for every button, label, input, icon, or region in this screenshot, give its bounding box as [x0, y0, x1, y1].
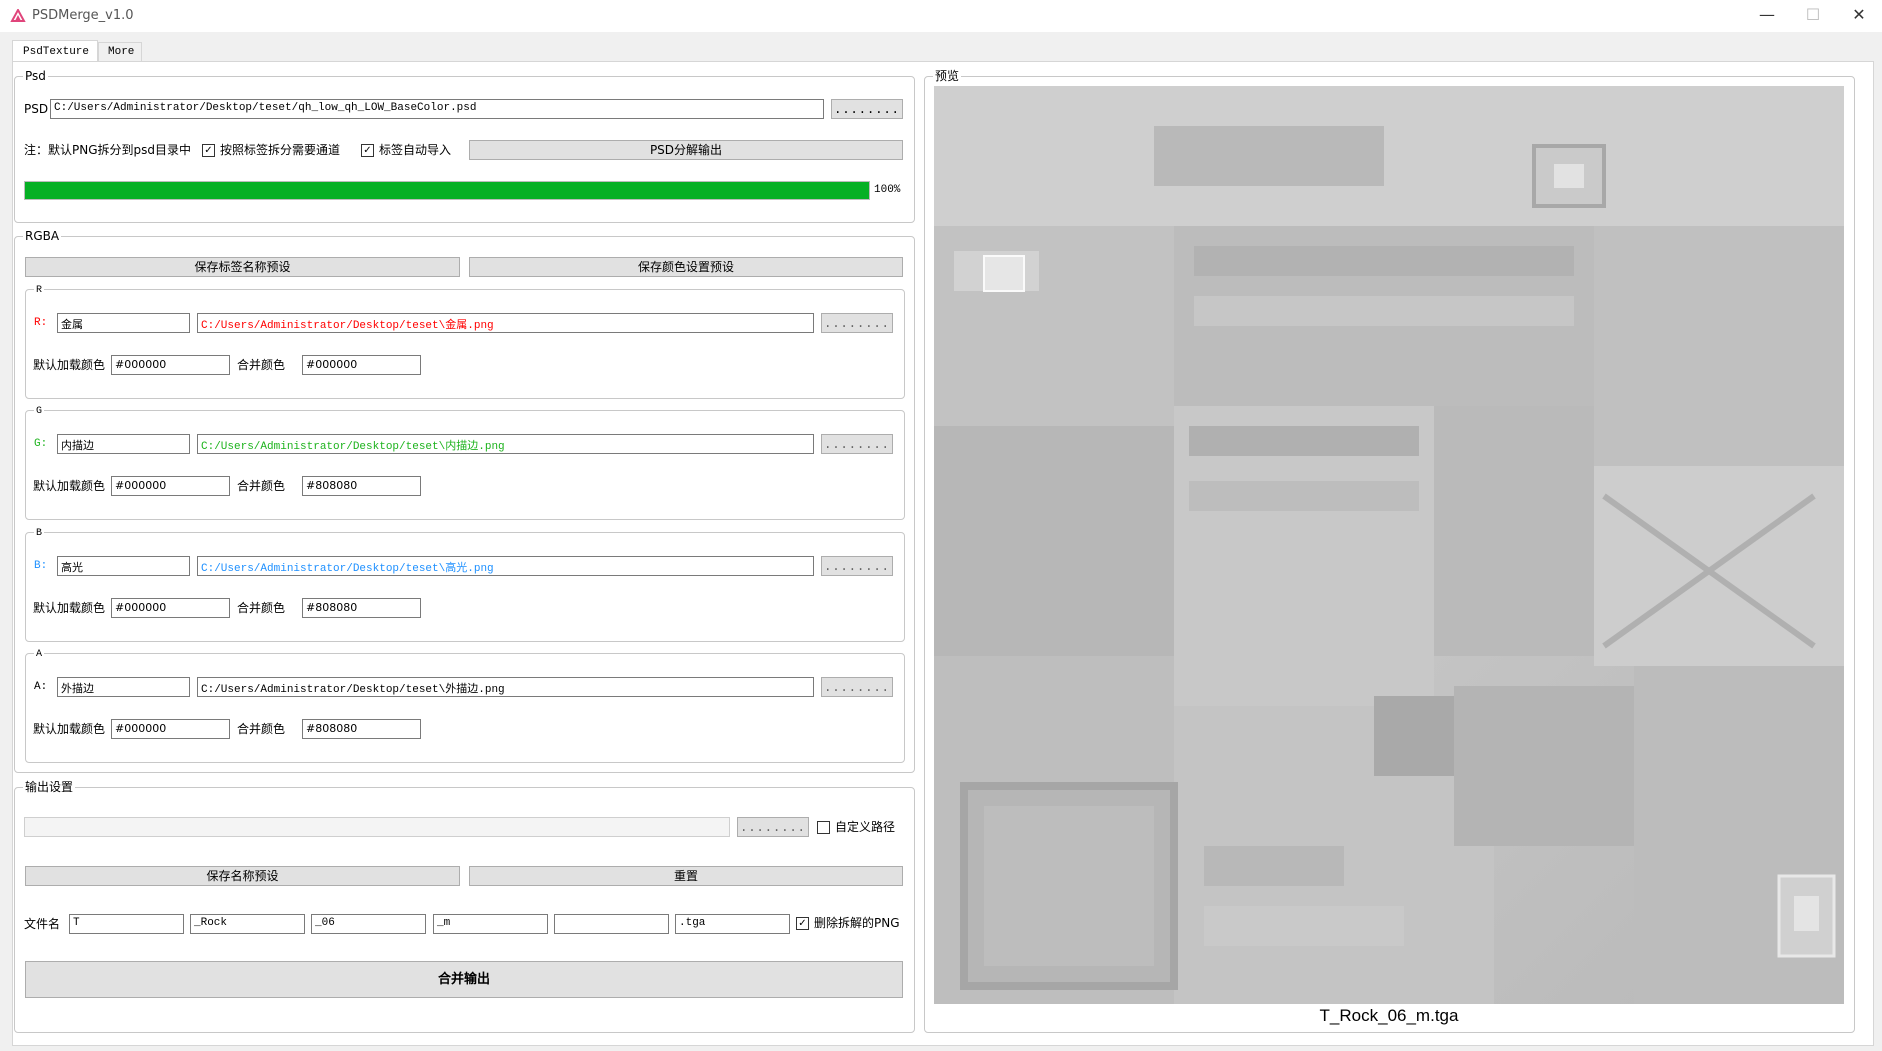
auto-import-label: 标签自动导入 [379, 143, 452, 157]
split-by-tag-label: 按照标签拆分需要通道 [220, 143, 341, 157]
split-by-tag-checkbox[interactable]: ✓ [202, 144, 215, 157]
window-title: PSDMerge_v1.0 [32, 8, 134, 23]
maximize-button[interactable]: ☐ [1790, 0, 1836, 32]
app-logo-icon [10, 9, 26, 22]
channel-b-browse-button[interactable]: ........ [821, 556, 893, 576]
channel-g-group: G [25, 406, 905, 520]
channel-a-default-color-label: 默认加载颜色 [33, 722, 106, 736]
save-name-preset-button[interactable]: 保存名称预设 [25, 866, 460, 886]
channel-r-path-input[interactable]: C:/Users/Administrator/Desktop/teset\金属.… [197, 313, 814, 333]
delete-png-label: 删除拆解的PNG [814, 916, 900, 930]
filename-label: 文件名 [24, 917, 61, 931]
channel-a-name-input[interactable]: 外描边 [57, 677, 190, 697]
filename-part-2[interactable]: _Rock [190, 914, 305, 934]
channel-g-name-input[interactable]: 内描边 [57, 434, 190, 454]
preview-title: 预览 [933, 69, 962, 83]
minimize-button[interactable]: — [1744, 0, 1790, 32]
output-settings-title: 输出设置 [23, 780, 76, 794]
psd-split-button[interactable]: PSD分解输出 [469, 140, 903, 160]
channel-a-prefix: A: [34, 681, 48, 693]
filename-part-1[interactable]: T [69, 914, 184, 934]
tab-more[interactable]: More [98, 42, 142, 62]
save-tag-preset-button[interactable]: 保存标签名称预设 [25, 257, 460, 277]
channel-a-path-input[interactable]: C:/Users/Administrator/Desktop/teset\外描边… [197, 677, 814, 697]
delete-png-checkbox[interactable]: ✓ [796, 917, 809, 930]
rock-texture-image [934, 86, 1844, 1004]
channel-a-merge-color-input[interactable]: #808080 [302, 719, 421, 739]
channel-a-default-color-input[interactable]: #000000 [111, 719, 230, 739]
channel-b-default-color-input[interactable]: #000000 [111, 598, 230, 618]
tab-psdtexture[interactable]: PsdTexture [12, 40, 98, 62]
save-color-preset-button[interactable]: 保存颜色设置预设 [469, 257, 903, 277]
progress-fill [25, 182, 869, 199]
channel-r-browse-button[interactable]: ........ [821, 313, 893, 333]
psd-group-title: Psd [23, 69, 48, 83]
channel-r-merge-color-input[interactable]: #000000 [302, 355, 421, 375]
auto-import-checkbox[interactable]: ✓ [361, 144, 374, 157]
channel-b-title: B [34, 528, 45, 540]
channel-a-merge-color-label: 合并颜色 [237, 722, 286, 736]
split-progress-bar [24, 181, 870, 200]
channel-g-default-color-label: 默认加载颜色 [33, 479, 106, 493]
filename-part-5[interactable] [554, 914, 669, 934]
channel-r-title: R [34, 285, 45, 297]
rgba-group-title: RGBA [23, 229, 62, 243]
channel-b-merge-color-label: 合并颜色 [237, 601, 286, 615]
channel-g-title: G [34, 406, 45, 418]
channel-g-merge-color-input[interactable]: #808080 [302, 476, 421, 496]
channel-b-path-input[interactable]: C:/Users/Administrator/Desktop/teset\高光.… [197, 556, 814, 576]
channel-b-merge-color-input[interactable]: #808080 [302, 598, 421, 618]
channel-g-prefix: G: [34, 438, 48, 450]
channel-g-path-input[interactable]: C:/Users/Administrator/Desktop/teset\内描边… [197, 434, 814, 454]
psd-label: PSD [24, 102, 49, 116]
channel-g-merge-color-label: 合并颜色 [237, 479, 286, 493]
channel-r-merge-color-label: 合并颜色 [237, 358, 286, 372]
psd-path-input[interactable]: C:/Users/Administrator/Desktop/teset/qh_… [50, 99, 824, 119]
channel-r-name-input[interactable]: 金属 [57, 313, 190, 333]
channel-r-default-color-label: 默认加载颜色 [33, 358, 106, 372]
filename-part-3[interactable]: _06 [311, 914, 426, 934]
title-bar: PSDMerge_v1.0 — ☐ ✕ [0, 0, 1882, 32]
filename-part-4[interactable]: _m [433, 914, 548, 934]
channel-a-group: A [25, 649, 905, 763]
custom-path-checkbox[interactable] [817, 821, 830, 834]
channel-b-name-input[interactable]: 高光 [57, 556, 190, 576]
channel-b-prefix: B: [34, 560, 48, 572]
channel-r-prefix: R: [34, 317, 48, 329]
channel-g-browse-button[interactable]: ........ [821, 434, 893, 454]
merge-output-button[interactable]: 合并输出 [25, 961, 903, 998]
custom-path-label: 自定义路径 [835, 820, 896, 834]
psd-note: 注：默认PNG拆分到psd目录中 [24, 143, 191, 157]
reset-button[interactable]: 重置 [469, 866, 903, 886]
output-path-input[interactable] [24, 817, 730, 837]
channel-g-default-color-input[interactable]: #000000 [111, 476, 230, 496]
channel-r-group: R [25, 285, 905, 399]
progress-text: 100% [874, 184, 901, 196]
channel-a-browse-button[interactable]: ........ [821, 677, 893, 697]
channel-a-title: A [34, 649, 45, 661]
psd-browse-button[interactable]: ........ [831, 99, 903, 119]
channel-b-default-color-label: 默认加载颜色 [33, 601, 106, 615]
preview-image [934, 86, 1844, 1004]
filename-part-6[interactable]: .tga [675, 914, 790, 934]
close-button[interactable]: ✕ [1836, 0, 1882, 32]
preview-caption: T_Rock_06_m.tga [1319, 1006, 1459, 1025]
channel-b-group: B [25, 528, 905, 642]
output-browse-button[interactable]: ........ [737, 817, 809, 837]
channel-r-default-color-input[interactable]: #000000 [111, 355, 230, 375]
